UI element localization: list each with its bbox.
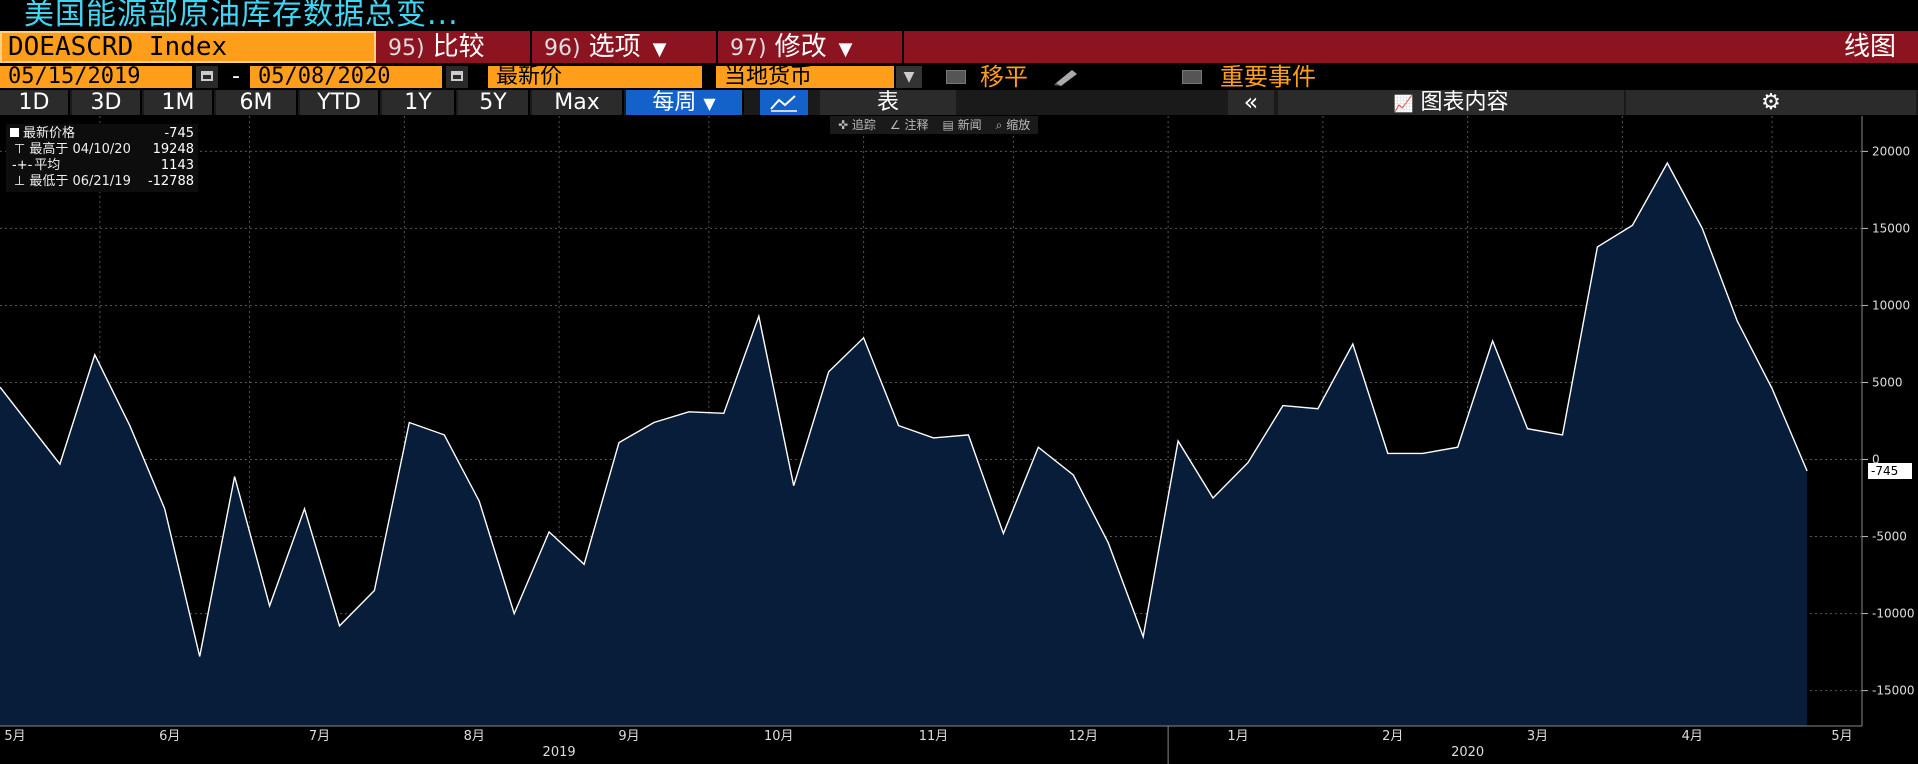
menu-label: 修改 <box>774 32 827 62</box>
ticker-field[interactable]: DOEASCRD Index <box>0 31 376 63</box>
menu-label: 比较 <box>432 32 485 62</box>
menu-number: 96) <box>544 36 581 61</box>
table-button[interactable]: 表 <box>820 90 956 115</box>
news-button[interactable]: ▤ 新闻 <box>942 116 981 134</box>
legend-value: 19248 <box>152 142 194 157</box>
y-tick-label: 20000 <box>1872 144 1910 158</box>
calendar-icon[interactable] <box>196 66 218 88</box>
news-label: 新闻 <box>957 118 982 132</box>
zoom-label: 缩放 <box>1006 118 1031 132</box>
y-tick-label: 5000 <box>1872 375 1903 389</box>
y-tick-label: -10000 <box>1872 607 1915 621</box>
frequency-select[interactable]: 每周 ▼ <box>626 90 744 115</box>
chevron-down-icon: ▼ <box>703 94 716 113</box>
x-tick-label: 5月 <box>4 729 25 744</box>
zoom-button[interactable]: ⌕ 缩放 <box>996 116 1031 134</box>
series-area <box>0 163 1808 726</box>
chart-content-button[interactable]: 📈 图表内容 <box>1278 90 1624 115</box>
chart-content-icon: 📈 <box>1393 94 1414 113</box>
chart-mini-toolbar: ✜ 追踪 ∠ 注释 ▤ 新闻 ⌕ 缩放 <box>830 116 1039 134</box>
compare-menu[interactable]: 95) 比较 <box>376 31 532 63</box>
legend-label: 最高于 04/10/20 <box>29 142 131 157</box>
gear-icon[interactable]: ⚙ <box>1626 90 1916 115</box>
last-value-tag: -745 <box>1868 462 1912 479</box>
options-menu[interactable]: 96) 选项 ▼ <box>532 31 718 63</box>
x-tick-label: 3月 <box>1527 729 1548 744</box>
menu-label: 选项 <box>588 32 641 62</box>
y-tick-label: -5000 <box>1872 530 1907 544</box>
x-tick-label: 12月 <box>1068 729 1098 744</box>
y-tick-label: -15000 <box>1872 684 1915 698</box>
legend-swatch <box>10 128 19 137</box>
menu-number: 97) <box>730 36 767 61</box>
start-date-field[interactable]: 05/15/2019 <box>0 66 192 88</box>
legend-label: 平均 <box>34 158 61 173</box>
x-tick-label: 2月 <box>1382 729 1403 744</box>
period-button-1d[interactable]: 1D <box>0 90 70 115</box>
period-button-max[interactable]: Max <box>532 90 624 115</box>
period-button-3d[interactable]: 3D <box>72 90 142 115</box>
x-tick-label: 10月 <box>764 729 794 744</box>
frequency-label: 每周 <box>652 90 697 115</box>
x-tick-label: 5月 <box>1831 729 1852 744</box>
x-tick-label: 4月 <box>1682 729 1703 744</box>
chart-type-label[interactable]: 线图 <box>1844 31 1896 63</box>
period-button-ytd[interactable]: YTD <box>300 90 380 115</box>
legend-value: 1143 <box>160 158 194 173</box>
price-field-select[interactable]: 最新价 <box>488 66 702 88</box>
y-axis: -15000-10000-500005000100001500020000 <box>1861 116 1915 726</box>
tracker-label: 追踪 <box>851 118 876 132</box>
average-marker-icon: -+- <box>12 158 33 173</box>
y-tick-label: 10000 <box>1872 298 1910 312</box>
y-tick-label: 15000 <box>1872 221 1910 235</box>
currency-select[interactable]: 当地货币 <box>716 66 894 88</box>
end-date-field[interactable]: 05/08/2020 <box>250 66 442 88</box>
chart-legend: 最新价格 -745 ⊤ 最高于 04/10/20 19248 -+- 平均 1143 ⊥ 最… <box>6 124 198 192</box>
collapse-icon[interactable]: « <box>1228 90 1274 115</box>
date-separator: - <box>232 64 240 89</box>
chevron-down-icon: ▼ <box>652 39 667 60</box>
line-chart-icon[interactable] <box>760 90 808 115</box>
annotate-label: 注释 <box>904 118 929 132</box>
window-title: 美国能源部原油库存数据总变... <box>24 0 459 32</box>
year-label: 2020 <box>1451 745 1484 760</box>
events-checkbox[interactable] <box>1182 70 1202 84</box>
events-label[interactable]: 重要事件 <box>1220 64 1316 90</box>
x-tick-label: 1月 <box>1227 729 1248 744</box>
tracker-button[interactable]: ✜ 追踪 <box>838 116 876 134</box>
x-tick-label: 7月 <box>309 729 330 744</box>
period-button-5y[interactable]: 5Y <box>458 90 530 115</box>
period-button-1y[interactable]: 1Y <box>382 90 456 115</box>
x-tick-label: 8月 <box>464 729 485 744</box>
year-label: 2019 <box>543 745 576 760</box>
chart-area: -15000-10000-500005000100001500020000 5月… <box>0 116 1915 764</box>
moving-average-checkbox[interactable] <box>946 70 966 84</box>
x-tick-label: 6月 <box>159 729 180 744</box>
chevron-down-icon[interactable]: ▼ <box>896 66 922 88</box>
x-axis: 5月 6月 7月 8月 9月 10月 11月 12月 1月 2月 3月 4月 5月 2019 2020 <box>0 725 1862 764</box>
calendar-icon[interactable] <box>446 66 468 88</box>
x-tick-label: 9月 <box>618 729 639 744</box>
high-marker-icon: ⊤ <box>14 142 26 157</box>
legend-label: 最低于 06/21/19 <box>29 174 131 189</box>
low-marker-icon: ⊥ <box>14 174 26 189</box>
legend-value: -745 <box>164 126 194 141</box>
chart-content-label: 图表内容 <box>1420 90 1509 115</box>
period-button-6m[interactable]: 6M <box>216 90 298 115</box>
annotate-button[interactable]: ∠ 注释 <box>890 116 929 134</box>
legend-value: -12788 <box>147 174 194 189</box>
pencil-icon[interactable] <box>1052 66 1082 86</box>
moving-average-label[interactable]: 移平 <box>980 64 1028 90</box>
period-button-1m[interactable]: 1M <box>144 90 214 115</box>
modify-menu[interactable]: 97) 修改 ▼ <box>718 31 904 63</box>
x-tick-label: 11月 <box>919 729 949 744</box>
menu-number: 95) <box>388 36 425 61</box>
legend-label: 最新价格 <box>23 126 76 141</box>
chevron-down-icon: ▼ <box>838 39 853 60</box>
